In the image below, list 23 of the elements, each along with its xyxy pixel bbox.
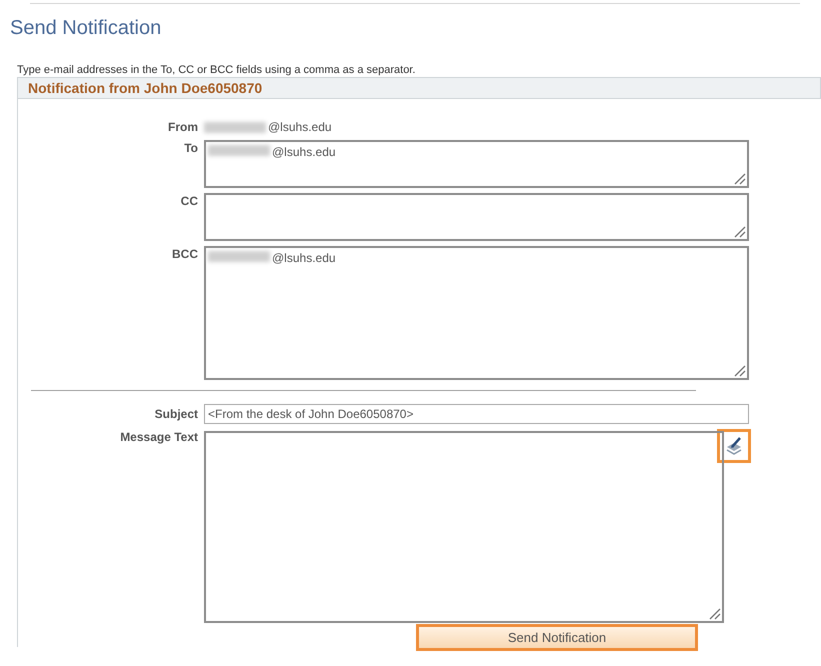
resize-grip-icon[interactable] <box>732 224 746 238</box>
field-label: CC <box>180 193 198 210</box>
section-header: Notification from John Doe6050870 <box>18 77 821 99</box>
spell-check-icon[interactable] <box>717 429 751 463</box>
field-label: To <box>184 140 198 157</box>
email-text: @lsuhs.edu <box>268 120 332 134</box>
field-label: From <box>168 119 198 135</box>
resize-grip-icon[interactable] <box>707 606 721 620</box>
instruction-text: Type e-mail addresses in the To, CC or BCC fields using a comma as a separator. <box>17 63 416 77</box>
resize-grip-icon[interactable] <box>732 363 746 377</box>
resize-grip-icon[interactable] <box>732 171 746 185</box>
recipient-field[interactable]: @lsuhs.edu <box>204 140 749 188</box>
recipient-field[interactable]: @lsuhs.edu <box>204 246 749 380</box>
field-label: BCC <box>172 246 198 263</box>
send-notification-button[interactable]: Send Notification <box>416 624 698 651</box>
subject-field[interactable]: <From the desk of John Doe6050870> <box>204 404 749 424</box>
message-field[interactable] <box>204 431 724 623</box>
email-text: @lsuhs.edu <box>272 145 336 159</box>
recipient-field[interactable] <box>204 193 749 241</box>
page-title: Send Notification <box>10 16 162 41</box>
field-label: Message Text <box>120 429 198 446</box>
email-text: @lsuhs.edu <box>272 251 336 265</box>
field-label: Subject <box>154 406 198 423</box>
